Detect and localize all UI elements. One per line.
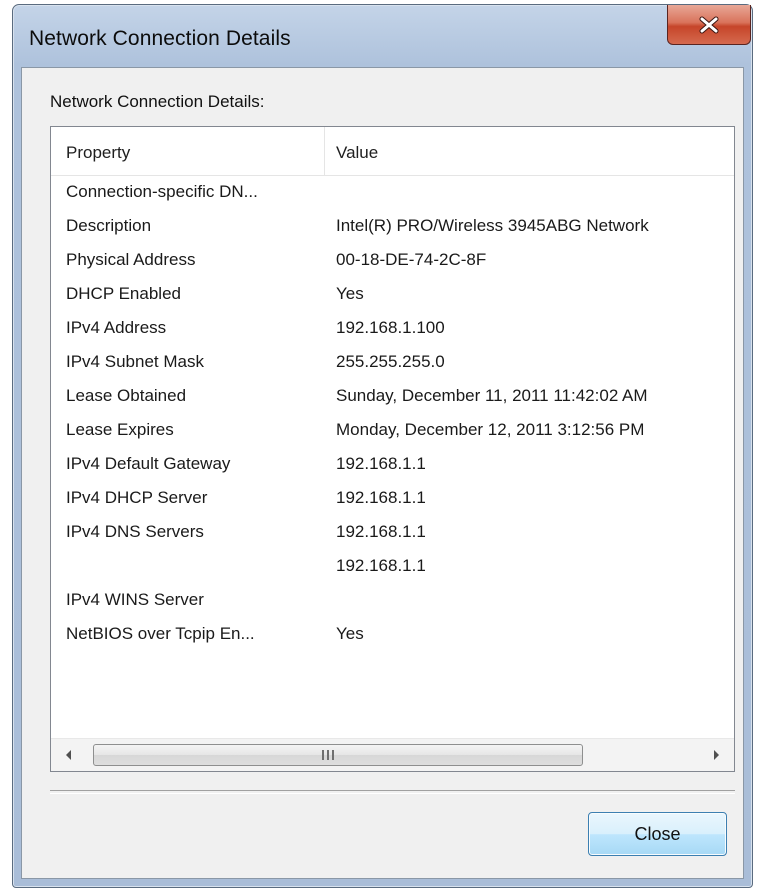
details-list-view[interactable]: Property Value Connection-specific DN...… — [50, 126, 735, 772]
property-cell: NetBIOS over Tcpip En... — [66, 624, 255, 643]
grip-icon — [322, 750, 334, 760]
table-row[interactable]: Connection-specific DN... — [51, 175, 734, 209]
list-body: Connection-specific DN... Description In… — [51, 175, 734, 651]
divider — [50, 790, 735, 794]
table-row[interactable]: IPv4 DNS Servers 192.168.1.1 — [51, 515, 734, 549]
property-cell: IPv4 Default Gateway — [66, 454, 231, 473]
table-row[interactable]: IPv4 Subnet Mask 255.255.255.0 — [51, 345, 734, 379]
column-header-property[interactable]: Property — [66, 127, 328, 175]
table-row[interactable]: Physical Address 00-18-DE-74-2C-8F — [51, 243, 734, 277]
window-title: Network Connection Details — [29, 27, 291, 50]
title-bar[interactable]: Network Connection Details — [13, 5, 752, 67]
value-cell: 192.168.1.1 — [336, 522, 426, 541]
table-row[interactable]: IPv4 DHCP Server 192.168.1.1 — [51, 481, 734, 515]
table-row[interactable]: Description Intel(R) PRO/Wireless 3945AB… — [51, 209, 734, 243]
value-cell: 192.168.1.1 — [336, 556, 426, 575]
dialog-window: Network Connection Details Network Conne… — [12, 4, 753, 888]
value-cell: Yes — [336, 624, 364, 643]
property-cell: IPv4 DHCP Server — [66, 488, 208, 507]
horizontal-scrollbar[interactable] — [51, 738, 734, 771]
property-cell: Physical Address — [66, 250, 196, 269]
property-cell: DHCP Enabled — [66, 284, 181, 303]
property-cell: Connection-specific DN... — [66, 182, 258, 201]
value-cell: 192.168.1.1 — [336, 488, 426, 507]
value-cell: Monday, December 12, 2011 3:12:56 PM — [336, 420, 645, 439]
table-row[interactable]: IPv4 Default Gateway 192.168.1.1 — [51, 447, 734, 481]
value-cell: Yes — [336, 284, 364, 303]
scroll-right-button[interactable] — [706, 745, 726, 765]
property-cell: IPv4 Address — [66, 318, 167, 337]
table-row[interactable]: IPv4 Address 192.168.1.100 — [51, 311, 734, 345]
value-cell: 00-18-DE-74-2C-8F — [336, 250, 487, 269]
column-divider[interactable] — [324, 127, 325, 175]
scroll-left-button[interactable] — [59, 745, 79, 765]
title-close-button[interactable] — [667, 5, 751, 45]
column-header-value[interactable]: Value — [336, 127, 734, 175]
close-button[interactable]: Close — [588, 812, 727, 856]
property-cell: Lease Obtained — [66, 386, 187, 405]
value-cell: 255.255.255.0 — [336, 352, 445, 371]
value-cell: 192.168.1.100 — [336, 318, 445, 337]
scrollbar-thumb[interactable] — [93, 744, 583, 766]
value-cell: Sunday, December 11, 2011 11:42:02 AM — [336, 386, 648, 405]
property-cell: IPv4 WINS Server — [66, 590, 204, 609]
property-cell: Description — [66, 216, 152, 235]
table-row[interactable]: NetBIOS over Tcpip En... Yes — [51, 617, 734, 651]
dialog-client-area: Network Connection Details: Property Val… — [21, 67, 744, 879]
table-row[interactable]: IPv4 WINS Server — [51, 583, 734, 617]
table-row[interactable]: Lease Obtained Sunday, December 11, 2011… — [51, 379, 734, 413]
chevron-right-icon — [714, 750, 719, 760]
list-header: Property Value — [51, 127, 734, 176]
table-row[interactable]: DHCP Enabled Yes — [51, 277, 734, 311]
close-icon — [699, 16, 719, 33]
property-cell: IPv4 DNS Servers — [66, 522, 204, 541]
property-cell: Lease Expires — [66, 420, 174, 439]
value-cell: 192.168.1.1 — [336, 454, 426, 473]
value-cell: Intel(R) PRO/Wireless 3945ABG Network — [336, 216, 649, 235]
table-row[interactable]: 192.168.1.1 — [51, 549, 734, 583]
chevron-left-icon — [66, 750, 71, 760]
property-cell: IPv4 Subnet Mask — [66, 352, 204, 371]
details-group-label: Network Connection Details: — [50, 92, 265, 111]
table-row[interactable]: Lease Expires Monday, December 12, 2011 … — [51, 413, 734, 447]
